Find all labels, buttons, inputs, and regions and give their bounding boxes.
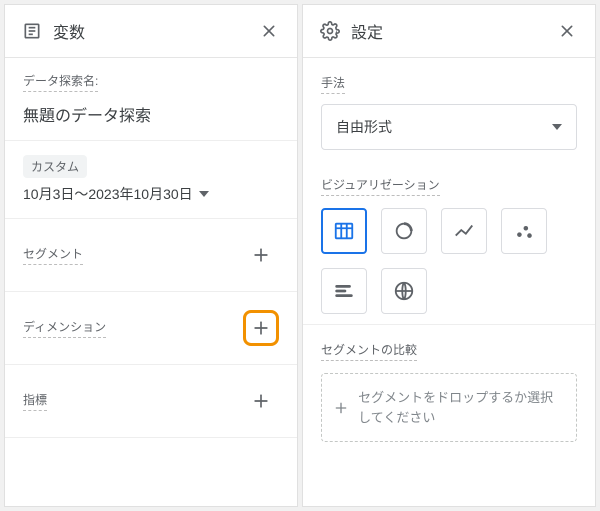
settings-panel: 設定 手法 自由形式 ビジュアリゼーション: [302, 4, 596, 507]
viz-geo-button[interactable]: [381, 268, 427, 314]
date-range-text: 10月3日～2023年10月30日: [23, 184, 193, 204]
variables-icon: [21, 20, 43, 42]
technique-section: 手法 自由形式: [303, 58, 595, 160]
close-variables-button[interactable]: [257, 19, 281, 43]
exploration-name-section: データ探索名: 無題のデータ探索: [5, 58, 297, 141]
technique-value: 自由形式: [336, 117, 392, 137]
gear-icon: [319, 20, 341, 42]
date-range-section: カスタム 10月3日～2023年10月30日: [5, 141, 297, 219]
technique-label: 手法: [321, 74, 345, 94]
add-metric-button[interactable]: [243, 383, 279, 419]
add-dimension-button[interactable]: [243, 310, 279, 346]
date-range-selector[interactable]: 10月3日～2023年10月30日: [23, 184, 279, 204]
variables-panel: 変数 データ探索名: 無題のデータ探索 カスタム 10月3日～2023年10月3…: [4, 4, 298, 507]
viz-line-button[interactable]: [441, 208, 487, 254]
settings-header: 設定: [303, 5, 595, 58]
viz-scatter-button[interactable]: [501, 208, 547, 254]
dimensions-label: ディメンション: [23, 318, 106, 338]
variables-title: 変数: [53, 19, 257, 43]
segment-drop-zone[interactable]: セグメントをドロップするか選択してください: [321, 373, 577, 442]
visualization-label: ビジュアリゼーション: [321, 176, 440, 196]
segments-label: セグメント: [23, 245, 83, 265]
add-segment-button[interactable]: [243, 237, 279, 273]
plus-icon: [332, 396, 350, 420]
exploration-name-label: データ探索名:: [23, 72, 98, 92]
segment-compare-label: セグメントの比較: [321, 341, 417, 361]
drop-zone-text: セグメントをドロップするか選択してください: [358, 388, 564, 427]
chevron-down-icon: [552, 124, 562, 130]
date-range-chip: カスタム: [23, 155, 87, 178]
viz-table-button[interactable]: [321, 208, 367, 254]
viz-bar-button[interactable]: [321, 268, 367, 314]
visualization-section: ビジュアリゼーション: [303, 160, 595, 324]
technique-select[interactable]: 自由形式: [321, 104, 577, 150]
visualization-grid: [321, 208, 577, 314]
variables-header: 変数: [5, 5, 297, 58]
viz-donut-button[interactable]: [381, 208, 427, 254]
dimensions-row: ディメンション: [5, 292, 297, 365]
segment-compare-section: セグメントの比較 セグメントをドロップするか選択してください: [303, 324, 595, 458]
metrics-label: 指標: [23, 391, 47, 411]
close-settings-button[interactable]: [555, 19, 579, 43]
chevron-down-icon: [199, 191, 209, 197]
settings-title: 設定: [351, 19, 555, 43]
segments-row: セグメント: [5, 219, 297, 292]
metrics-row: 指標: [5, 365, 297, 438]
exploration-name-value[interactable]: 無題のデータ探索: [23, 102, 279, 126]
